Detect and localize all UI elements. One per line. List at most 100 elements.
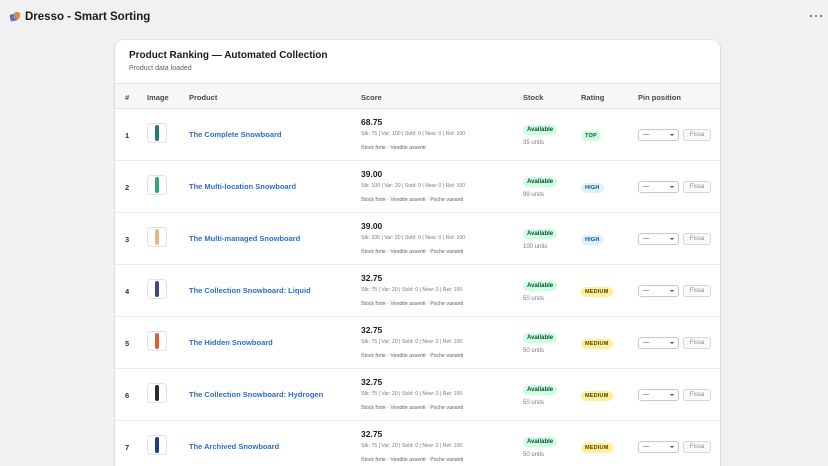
pin-position-value: — xyxy=(643,236,649,242)
pin-position-value: — xyxy=(643,184,649,190)
stock-units: 100 units xyxy=(523,244,548,250)
product-thumbnail xyxy=(147,175,167,195)
pin-position-value: — xyxy=(643,132,649,138)
chevron-down-icon xyxy=(670,394,674,396)
product-name-link[interactable]: The Multi-location Snowboard xyxy=(189,182,296,191)
product-name-link[interactable]: The Hidden Snowboard xyxy=(189,338,273,347)
more-horizontal-icon[interactable] xyxy=(810,11,822,21)
table-row: 1 The Complete Snowboard 68.75 Stk: 75 | Va… xyxy=(115,109,720,161)
product-name-link[interactable]: The Collection Snowboard: Hydrogen xyxy=(189,390,323,399)
table-header: # Image Product Score Stock Rating Pin p… xyxy=(115,83,720,109)
stock-units: 50 units xyxy=(523,348,545,354)
app-title: Dresso - Smart Sorting xyxy=(25,11,151,23)
score-metrics: Stk: 75 | Var: 20 | Sold: 0 | New: 0 | R… xyxy=(361,391,463,397)
pin-fix-button[interactable]: Fissa xyxy=(683,285,711,297)
product-thumbnail xyxy=(147,227,167,247)
score-tags: Stock forte · Vendite assenti · Poche va… xyxy=(361,353,464,359)
top-bar: Dresso - Smart Sorting xyxy=(0,0,828,34)
stock-units: 50 units xyxy=(523,452,545,458)
snowboard-image xyxy=(155,229,159,245)
stock-status-badge: Available xyxy=(523,177,558,187)
chevron-down-icon xyxy=(670,134,674,136)
score-value: 32.75 xyxy=(361,429,383,439)
rank-number: 6 xyxy=(125,391,130,400)
rank-number: 1 xyxy=(125,131,130,140)
rating-badge: TOP xyxy=(581,131,601,141)
stock-units: 50 units xyxy=(523,400,545,406)
score-value: 32.75 xyxy=(361,377,383,387)
pin-position-select[interactable]: — xyxy=(638,233,679,245)
rating-badge: HIGH xyxy=(581,235,604,245)
column-header-stock: Stock xyxy=(523,93,544,102)
product-thumbnail xyxy=(147,123,167,143)
rating-badge: MEDIUM xyxy=(581,287,613,297)
snowboard-image xyxy=(155,333,159,349)
chevron-down-icon xyxy=(670,238,674,240)
product-ranking-card: Product Ranking — Automated Collection P… xyxy=(115,40,720,466)
card-subtitle: Product data loaded xyxy=(129,65,192,72)
card-title: Product Ranking — Automated Collection xyxy=(129,50,328,61)
pin-position-select[interactable]: — xyxy=(638,389,679,401)
pin-position-value: — xyxy=(643,288,649,294)
rank-number: 7 xyxy=(125,443,130,452)
stock-status-badge: Available xyxy=(523,333,558,343)
stock-status-badge: Available xyxy=(523,437,558,447)
column-header-image: Image xyxy=(147,93,169,102)
rating-badge: HIGH xyxy=(581,183,604,193)
rating-badge: MEDIUM xyxy=(581,391,613,401)
score-value: 39.00 xyxy=(361,169,383,179)
product-name-link[interactable]: The Complete Snowboard xyxy=(189,130,282,139)
column-header-rating: Rating xyxy=(581,93,605,102)
rating-badge: MEDIUM xyxy=(581,339,613,349)
score-value: 32.75 xyxy=(361,273,383,283)
score-metrics: Stk: 100 | Var: 20 | Sold: 0 | New: 0 | … xyxy=(361,235,466,241)
pin-position-select[interactable]: — xyxy=(638,441,679,453)
chevron-down-icon xyxy=(670,446,674,448)
pin-position-select[interactable]: — xyxy=(638,181,679,193)
stock-status-badge: Available xyxy=(523,281,558,291)
score-tags: Stock forte · Vendite assenti · Poche va… xyxy=(361,457,464,463)
score-tags: Stock forte · Vendite assenti · Poche va… xyxy=(361,301,464,307)
column-header-score: Score xyxy=(361,93,382,102)
snowboard-image xyxy=(155,437,159,453)
score-tags: Stock forte · Vendite assenti · Poche va… xyxy=(361,405,464,411)
pin-position-select[interactable]: — xyxy=(638,129,679,141)
snowboard-image xyxy=(155,281,159,297)
pin-position-value: — xyxy=(643,444,649,450)
tag-icon xyxy=(9,11,21,22)
stock-status-badge: Available xyxy=(523,125,558,135)
pin-fix-button[interactable]: Fissa xyxy=(683,441,711,453)
rating-badge: MEDIUM xyxy=(581,443,613,453)
table-row: 5 The Hidden Snowboard 32.75 Stk: 75 | Var:… xyxy=(115,317,720,369)
product-thumbnail xyxy=(147,331,167,351)
score-metrics: Stk: 75 | Var: 20 | Sold: 0 | New: 0 | R… xyxy=(361,443,463,449)
table-row: 4 The Collection Snowboard: Liquid 32.75 St… xyxy=(115,265,720,317)
product-thumbnail xyxy=(147,383,167,403)
column-header-product: Product xyxy=(189,93,218,102)
table-row: 3 The Multi-managed Snowboard 39.00 Stk: 10… xyxy=(115,213,720,265)
score-metrics: Stk: 100 | Var: 20 | Sold: 0 | New: 0 | … xyxy=(361,183,466,189)
pin-fix-button[interactable]: Fissa xyxy=(683,389,711,401)
pin-fix-button[interactable]: Fissa xyxy=(683,337,711,349)
stock-status-badge: Available xyxy=(523,229,558,239)
product-name-link[interactable]: The Multi-managed Snowboard xyxy=(189,234,300,243)
pin-fix-button[interactable]: Fissa xyxy=(683,181,711,193)
pin-fix-button[interactable]: Fissa xyxy=(683,129,711,141)
pin-position-value: — xyxy=(643,392,649,398)
rank-number: 5 xyxy=(125,339,130,348)
score-metrics: Stk: 75 | Var: 100 | Sold: 0 | New: 0 | … xyxy=(361,131,466,137)
rank-number: 2 xyxy=(125,183,130,192)
pin-position-select[interactable]: — xyxy=(638,337,679,349)
stock-status-badge: Available xyxy=(523,385,558,395)
score-value: 68.75 xyxy=(361,117,383,127)
product-thumbnail xyxy=(147,435,167,455)
product-name-link[interactable]: The Archived Snowboard xyxy=(189,442,279,451)
column-header-rank: # xyxy=(125,93,130,102)
pin-position-select[interactable]: — xyxy=(638,285,679,297)
score-metrics: Stk: 75 | Var: 20 | Sold: 0 | New: 0 | R… xyxy=(361,339,463,345)
product-name-link[interactable]: The Collection Snowboard: Liquid xyxy=(189,286,311,295)
pin-fix-button[interactable]: Fissa xyxy=(683,233,711,245)
column-header-pin-position: Pin position xyxy=(638,93,681,102)
table-row: 2 The Multi-location Snowboard 39.00 Stk: 1… xyxy=(115,161,720,213)
stock-units: 99 units xyxy=(523,192,545,198)
